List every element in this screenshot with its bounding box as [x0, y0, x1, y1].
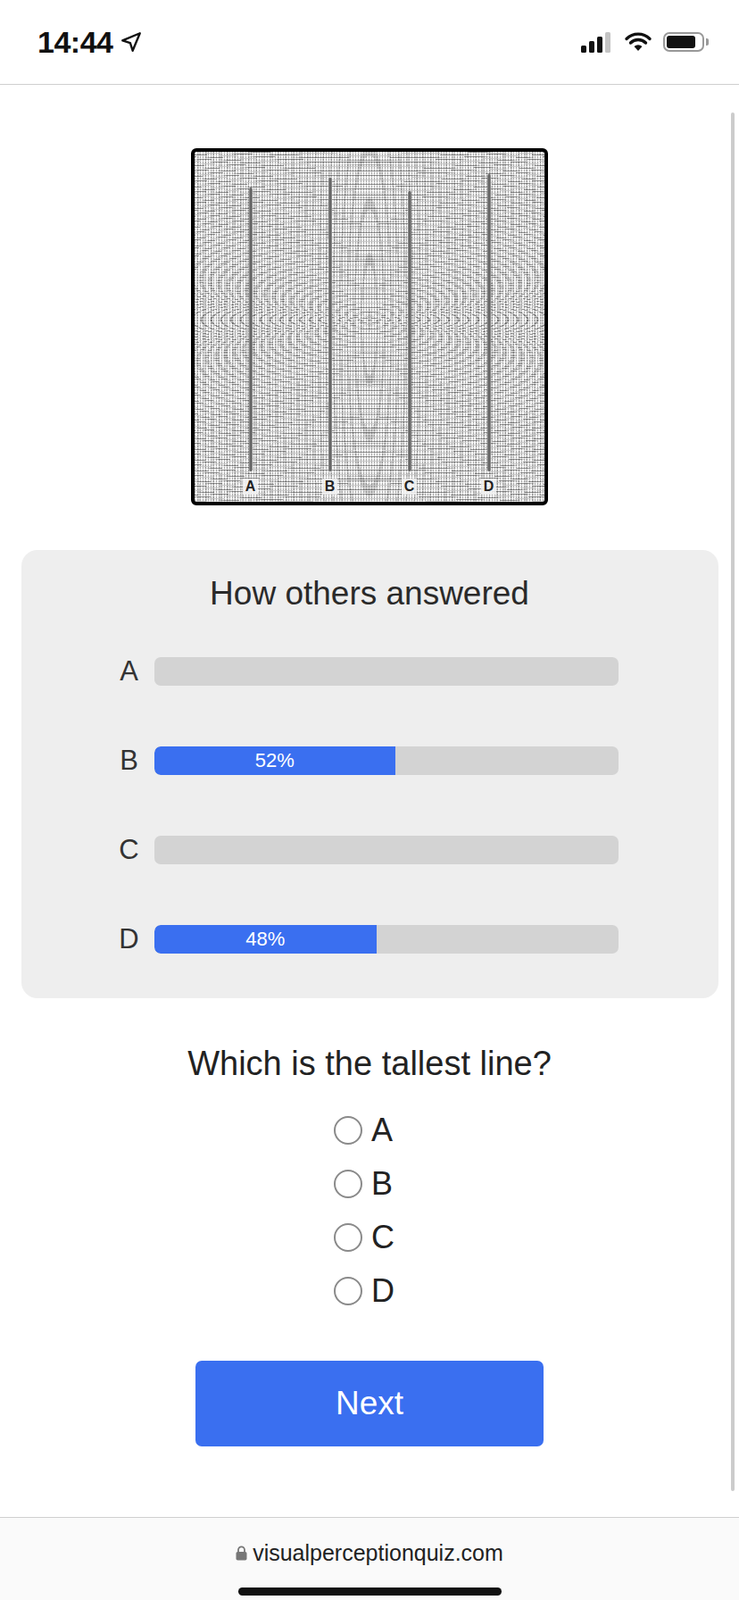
status-time: 14:44 [37, 24, 113, 60]
result-percent: 48% [245, 927, 285, 951]
result-label: B [112, 744, 147, 777]
result-bar: 52% [154, 746, 619, 775]
result-label: A [112, 655, 147, 688]
location-arrow-icon [119, 30, 143, 54]
line-label: B [322, 478, 339, 495]
battery-cap [705, 38, 709, 46]
result-row: C [112, 833, 619, 866]
results-card: How others answered A B 52% C D 48% [21, 549, 719, 998]
signal-icon [581, 31, 614, 53]
results-list: A B 52% C D 48% [112, 655, 628, 955]
line-column: B [290, 151, 370, 502]
line-columns: A B C D [210, 151, 529, 502]
status-icons [581, 31, 709, 53]
result-bar-fill: 48% [154, 924, 378, 954]
phone-screen: 14:44ABCDHow others answeredAB52%CD48%Wh… [0, 0, 739, 1600]
line-label: A [242, 478, 259, 495]
result-bar: 48% [154, 924, 619, 954]
home-indicator[interactable] [238, 1586, 502, 1595]
line-column: C [369, 151, 449, 502]
figure-line [407, 190, 412, 472]
next-button[interactable]: Next [195, 1360, 544, 1446]
result-bar-fill: 52% [154, 746, 396, 775]
page-content: ABCDHow others answeredAB52%CD48%Which i… [0, 84, 739, 1446]
wifi-icon [623, 31, 653, 53]
answer-option[interactable]: D [333, 1263, 395, 1318]
lock-icon [235, 1544, 248, 1561]
radio-button[interactable] [333, 1222, 363, 1252]
option-label[interactable]: A [371, 1111, 393, 1149]
address-bar[interactable]: visualperceptionquiz.com [235, 1538, 504, 1566]
option-label[interactable]: D [371, 1271, 395, 1310]
battery-body [663, 32, 705, 52]
status-left: 14:44 [37, 24, 143, 60]
result-label: D [112, 922, 147, 955]
battery-icon [663, 32, 709, 52]
status-bar: 14:44 [0, 0, 739, 85]
radio-button[interactable] [333, 1115, 363, 1145]
result-row: A [112, 655, 619, 688]
figure-line [328, 177, 333, 472]
scroll-indicator[interactable] [730, 112, 735, 1491]
result-bar [154, 835, 619, 864]
line-label: C [401, 478, 418, 495]
browser-bar: visualperceptionquiz.com [0, 1516, 739, 1600]
option-label[interactable]: B [371, 1164, 393, 1203]
radio-button[interactable] [333, 1169, 363, 1198]
option-label[interactable]: C [371, 1218, 395, 1256]
result-row: D 48% [112, 922, 619, 955]
line-column: A [210, 151, 291, 502]
question-text: Which is the tallest line? [187, 1042, 552, 1084]
illusion-figure: A B C D [190, 148, 549, 506]
answer-option[interactable]: C [333, 1210, 395, 1264]
results-title: How others answered [209, 572, 530, 615]
result-bar [154, 656, 619, 686]
result-label: C [112, 833, 147, 866]
line-column: D [448, 151, 529, 502]
line-label: D [481, 478, 498, 495]
result-percent: 52% [255, 748, 295, 773]
result-row: B 52% [112, 744, 619, 777]
answer-options: ABCD [333, 1103, 395, 1318]
answer-option[interactable]: B [333, 1156, 395, 1211]
answer-option[interactable]: A [333, 1103, 395, 1157]
battery-fill [666, 35, 696, 49]
figure-line [487, 174, 491, 472]
url-text[interactable]: visualperceptionquiz.com [252, 1538, 504, 1566]
radio-button[interactable] [333, 1276, 363, 1305]
figure-line [249, 187, 253, 472]
